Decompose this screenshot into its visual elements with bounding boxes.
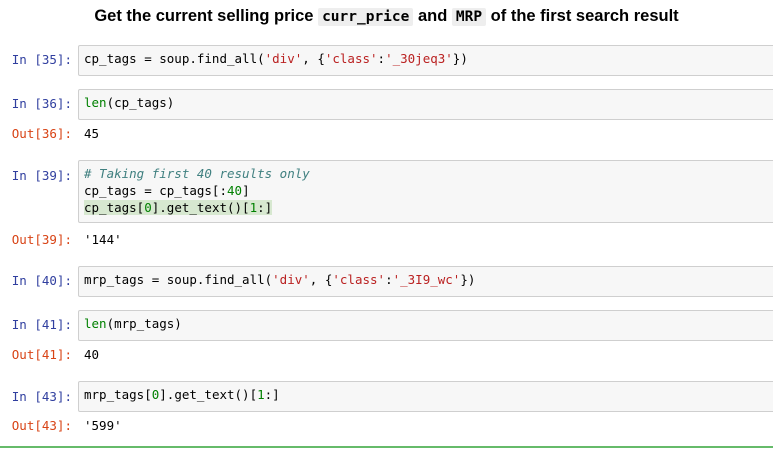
code-token: : — [377, 51, 386, 66]
markdown-heading: Get the current selling price curr_price… — [0, 7, 773, 26]
cell-40-in-prompt: In [40]: — [11, 273, 72, 288]
code-token: : — [385, 272, 393, 287]
code-token: cp_tags = soup.find_all( — [84, 51, 265, 66]
code-string: 'div' — [272, 272, 310, 287]
code-token: (mrp_tags) — [106, 316, 182, 331]
cell-35-in-prompt: In [35]: — [11, 52, 72, 67]
code-token: }) — [460, 272, 476, 287]
code-token: ] — [242, 183, 250, 198]
code-comment: # Taking first 40 results only — [84, 166, 310, 181]
code-line: len(mrp_tags) — [84, 315, 772, 332]
cell-39-output: '144' — [84, 232, 122, 247]
heading-code-curr-price: curr_price — [318, 8, 414, 26]
code-line: cp_tags[0].get_text()[1:] — [84, 199, 772, 216]
heading-text-middle: and — [413, 7, 452, 25]
cell-43-input[interactable]: mrp_tags[0].get_text()[1:] — [78, 381, 773, 412]
code-number: 40 — [227, 183, 243, 198]
code-string: '_3I9_wc' — [392, 272, 461, 287]
selected-cell-border — [0, 446, 773, 448]
cell-43-in-prompt: In [43]: — [11, 389, 72, 404]
code-token: mrp_tags = soup.find_all( — [84, 272, 273, 287]
code-token: ].get_text()[ — [151, 200, 250, 215]
code-builtin: len — [84, 316, 107, 331]
heading-text-suffix: of the first search result — [486, 7, 679, 25]
cell-36-out-prompt: Out[36]: — [11, 126, 72, 141]
code-line: cp_tags = cp_tags[:40] — [84, 182, 772, 199]
code-builtin: len — [84, 95, 107, 110]
code-token: :] — [264, 387, 280, 402]
code-token: cp_tags[ — [84, 200, 145, 215]
cell-36-in-prompt: In [36]: — [11, 96, 72, 111]
code-string: 'class' — [332, 272, 386, 287]
code-token: :] — [257, 200, 273, 215]
code-string: 'class' — [324, 51, 378, 66]
code-token: mrp_tags[ — [84, 387, 152, 402]
code-token: }) — [452, 51, 468, 66]
code-string: '_30jeq3' — [385, 51, 453, 66]
cell-36-output: 45 — [84, 126, 100, 141]
code-token: , { — [309, 272, 333, 287]
code-token: (cp_tags) — [106, 95, 175, 110]
code-number: 0 — [144, 200, 152, 215]
cell-41-output: 40 — [84, 347, 100, 362]
code-line: cp_tags = soup.find_all('div', {'class':… — [84, 50, 772, 67]
code-line: mrp_tags = soup.find_all('div', {'class'… — [84, 271, 772, 288]
code-string: 'div' — [264, 51, 303, 66]
cell-35-input[interactable]: cp_tags = soup.find_all('div', {'class':… — [78, 45, 773, 76]
cell-39-out-prompt: Out[39]: — [11, 232, 72, 247]
heading-code-mrp: MRP — [451, 8, 487, 26]
code-number: 1 — [249, 200, 258, 215]
code-line: len(cp_tags) — [84, 94, 772, 111]
code-number: 1 — [257, 387, 265, 402]
cell-40-input[interactable]: mrp_tags = soup.find_all('div', {'class'… — [78, 266, 773, 297]
code-line: mrp_tags[0].get_text()[1:] — [84, 386, 772, 403]
cell-41-out-prompt: Out[41]: — [11, 347, 72, 362]
cell-43-out-prompt: Out[43]: — [11, 418, 72, 433]
cell-41-input[interactable]: len(mrp_tags) — [78, 310, 773, 341]
code-token: ].get_text()[ — [159, 387, 258, 402]
cell-39-in-prompt: In [39]: — [11, 168, 72, 183]
code-token: , { — [302, 51, 325, 66]
cell-36-input[interactable]: len(cp_tags) — [78, 89, 773, 120]
cell-41-in-prompt: In [41]: — [11, 317, 72, 332]
cell-43-output: '599' — [84, 418, 122, 433]
heading-text-prefix: Get the current selling price — [94, 7, 319, 25]
code-token: cp_tags = cp_tags[: — [84, 183, 227, 198]
cell-39-input[interactable]: # Taking first 40 results only cp_tags = … — [78, 160, 773, 223]
